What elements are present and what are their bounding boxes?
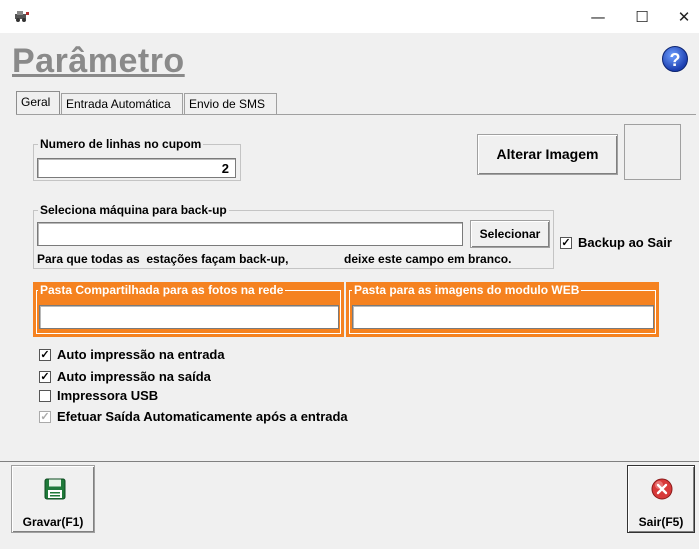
sair-label: Sair(F5): [638, 515, 684, 529]
exit-icon: [651, 478, 673, 500]
impressora-usb-checkbox[interactable]: Impressora USB: [39, 388, 158, 403]
check-icon[interactable]: ✓: [39, 370, 51, 383]
tab-envio-sms[interactable]: Envio de SMS: [184, 93, 277, 114]
help-icon[interactable]: ?: [662, 46, 688, 72]
selecionar-button[interactable]: Selecionar: [470, 220, 550, 248]
auto-impressao-saida-checkbox[interactable]: ✓ Auto impressão na saída: [39, 369, 211, 384]
sair-button[interactable]: Sair(F5): [627, 465, 695, 533]
title-bar: — ☐ ✕: [0, 0, 699, 33]
backup-hint-right: deixe este campo em branco.: [344, 252, 512, 266]
close-button[interactable]: ✕: [670, 6, 698, 28]
linhas-cupom-input[interactable]: 2: [37, 158, 236, 178]
linhas-cupom-label: Numero de linhas no cupom: [40, 137, 202, 151]
backup-ao-sair-label: Backup ao Sair: [578, 235, 672, 250]
app-icon: [15, 11, 29, 22]
option-label: Auto impressão na entrada: [57, 347, 225, 362]
option-label: Impressora USB: [57, 388, 159, 403]
option-label: Auto impressão na saída: [57, 369, 211, 384]
check-icon: ✓: [39, 410, 51, 423]
backup-machine-input[interactable]: [37, 222, 463, 246]
auto-impressao-entrada-checkbox[interactable]: ✓ Auto impressão na entrada: [39, 347, 225, 362]
floppy-disk-icon: [44, 478, 66, 500]
alterar-imagem-button[interactable]: Alterar Imagem: [477, 134, 618, 175]
unchecked-box-icon[interactable]: [39, 389, 51, 402]
maximize-button[interactable]: ☐: [628, 6, 656, 28]
image-preview: [624, 124, 681, 180]
tab-entrada-automatica[interactable]: Entrada Automática: [61, 93, 183, 114]
backup-ao-sair-check-icon[interactable]: ✓: [560, 236, 572, 249]
pasta-web-label: Pasta para as imagens do modulo WEB: [352, 283, 582, 297]
gravar-label: Gravar(F1): [22, 515, 84, 529]
backup-label: Seleciona máquina para back-up: [40, 203, 227, 217]
option-label: Efetuar Saída Automaticamente após a ent…: [57, 409, 348, 424]
bottom-toolbar: [0, 461, 699, 549]
check-icon[interactable]: ✓: [39, 348, 51, 361]
tab-geral[interactable]: Geral: [16, 91, 60, 115]
gravar-button[interactable]: Gravar(F1): [11, 465, 95, 533]
backup-ao-sair-checkbox[interactable]: ✓ Backup ao Sair: [560, 235, 672, 250]
minimize-button[interactable]: —: [584, 6, 612, 28]
pasta-web-input[interactable]: [352, 305, 654, 329]
page-title: Parâmetro: [12, 42, 185, 80]
pasta-fotos-input[interactable]: [39, 305, 339, 329]
efetuar-saida-checkbox: ✓ Efetuar Saída Automaticamente após a e…: [39, 409, 348, 424]
backup-hint-left: Para que todas as estações façam back-up…: [37, 252, 289, 266]
pasta-fotos-label: Pasta Compartilhada para as fotos na red…: [38, 283, 286, 297]
